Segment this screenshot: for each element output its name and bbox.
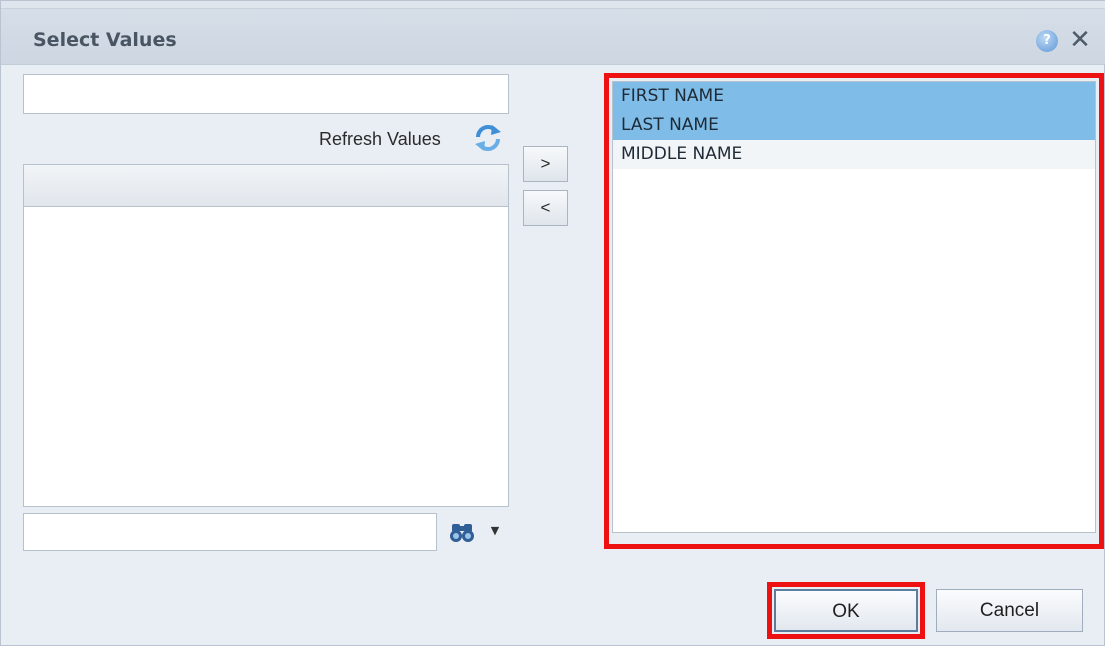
dialog-top-border: [1, 1, 1105, 9]
search-input[interactable]: [23, 74, 509, 114]
chevron-down-icon[interactable]: ▼: [488, 521, 502, 541]
selected-list-item-first-name[interactable]: FIRST NAME: [613, 82, 1095, 111]
binoculars-icon[interactable]: [449, 520, 477, 544]
find-input[interactable]: [23, 513, 437, 551]
selected-list-item-middle-name[interactable]: MIDDLE NAME: [613, 140, 1095, 169]
available-values-header: [24, 165, 508, 207]
select-values-dialog: Select Values ? ✕ Refresh Values > < FIR…: [0, 0, 1105, 646]
dialog-titlebar: Select Values ? ✕: [1, 9, 1105, 65]
selected-values-list[interactable]: FIRST NAME LAST NAME MIDDLE NAME: [612, 81, 1096, 533]
help-icon[interactable]: ?: [1036, 30, 1058, 52]
close-icon[interactable]: ✕: [1068, 26, 1092, 54]
dialog-title: Select Values: [33, 29, 177, 51]
available-values-list[interactable]: [23, 164, 509, 507]
refresh-icon[interactable]: [472, 123, 504, 153]
ok-button[interactable]: OK: [774, 589, 918, 632]
remove-selected-button[interactable]: <: [523, 190, 568, 226]
selected-list-item-last-name[interactable]: LAST NAME: [613, 111, 1095, 140]
refresh-values-label[interactable]: Refresh Values: [319, 127, 441, 151]
cancel-button[interactable]: Cancel: [936, 589, 1083, 632]
add-selected-button[interactable]: >: [523, 146, 568, 182]
